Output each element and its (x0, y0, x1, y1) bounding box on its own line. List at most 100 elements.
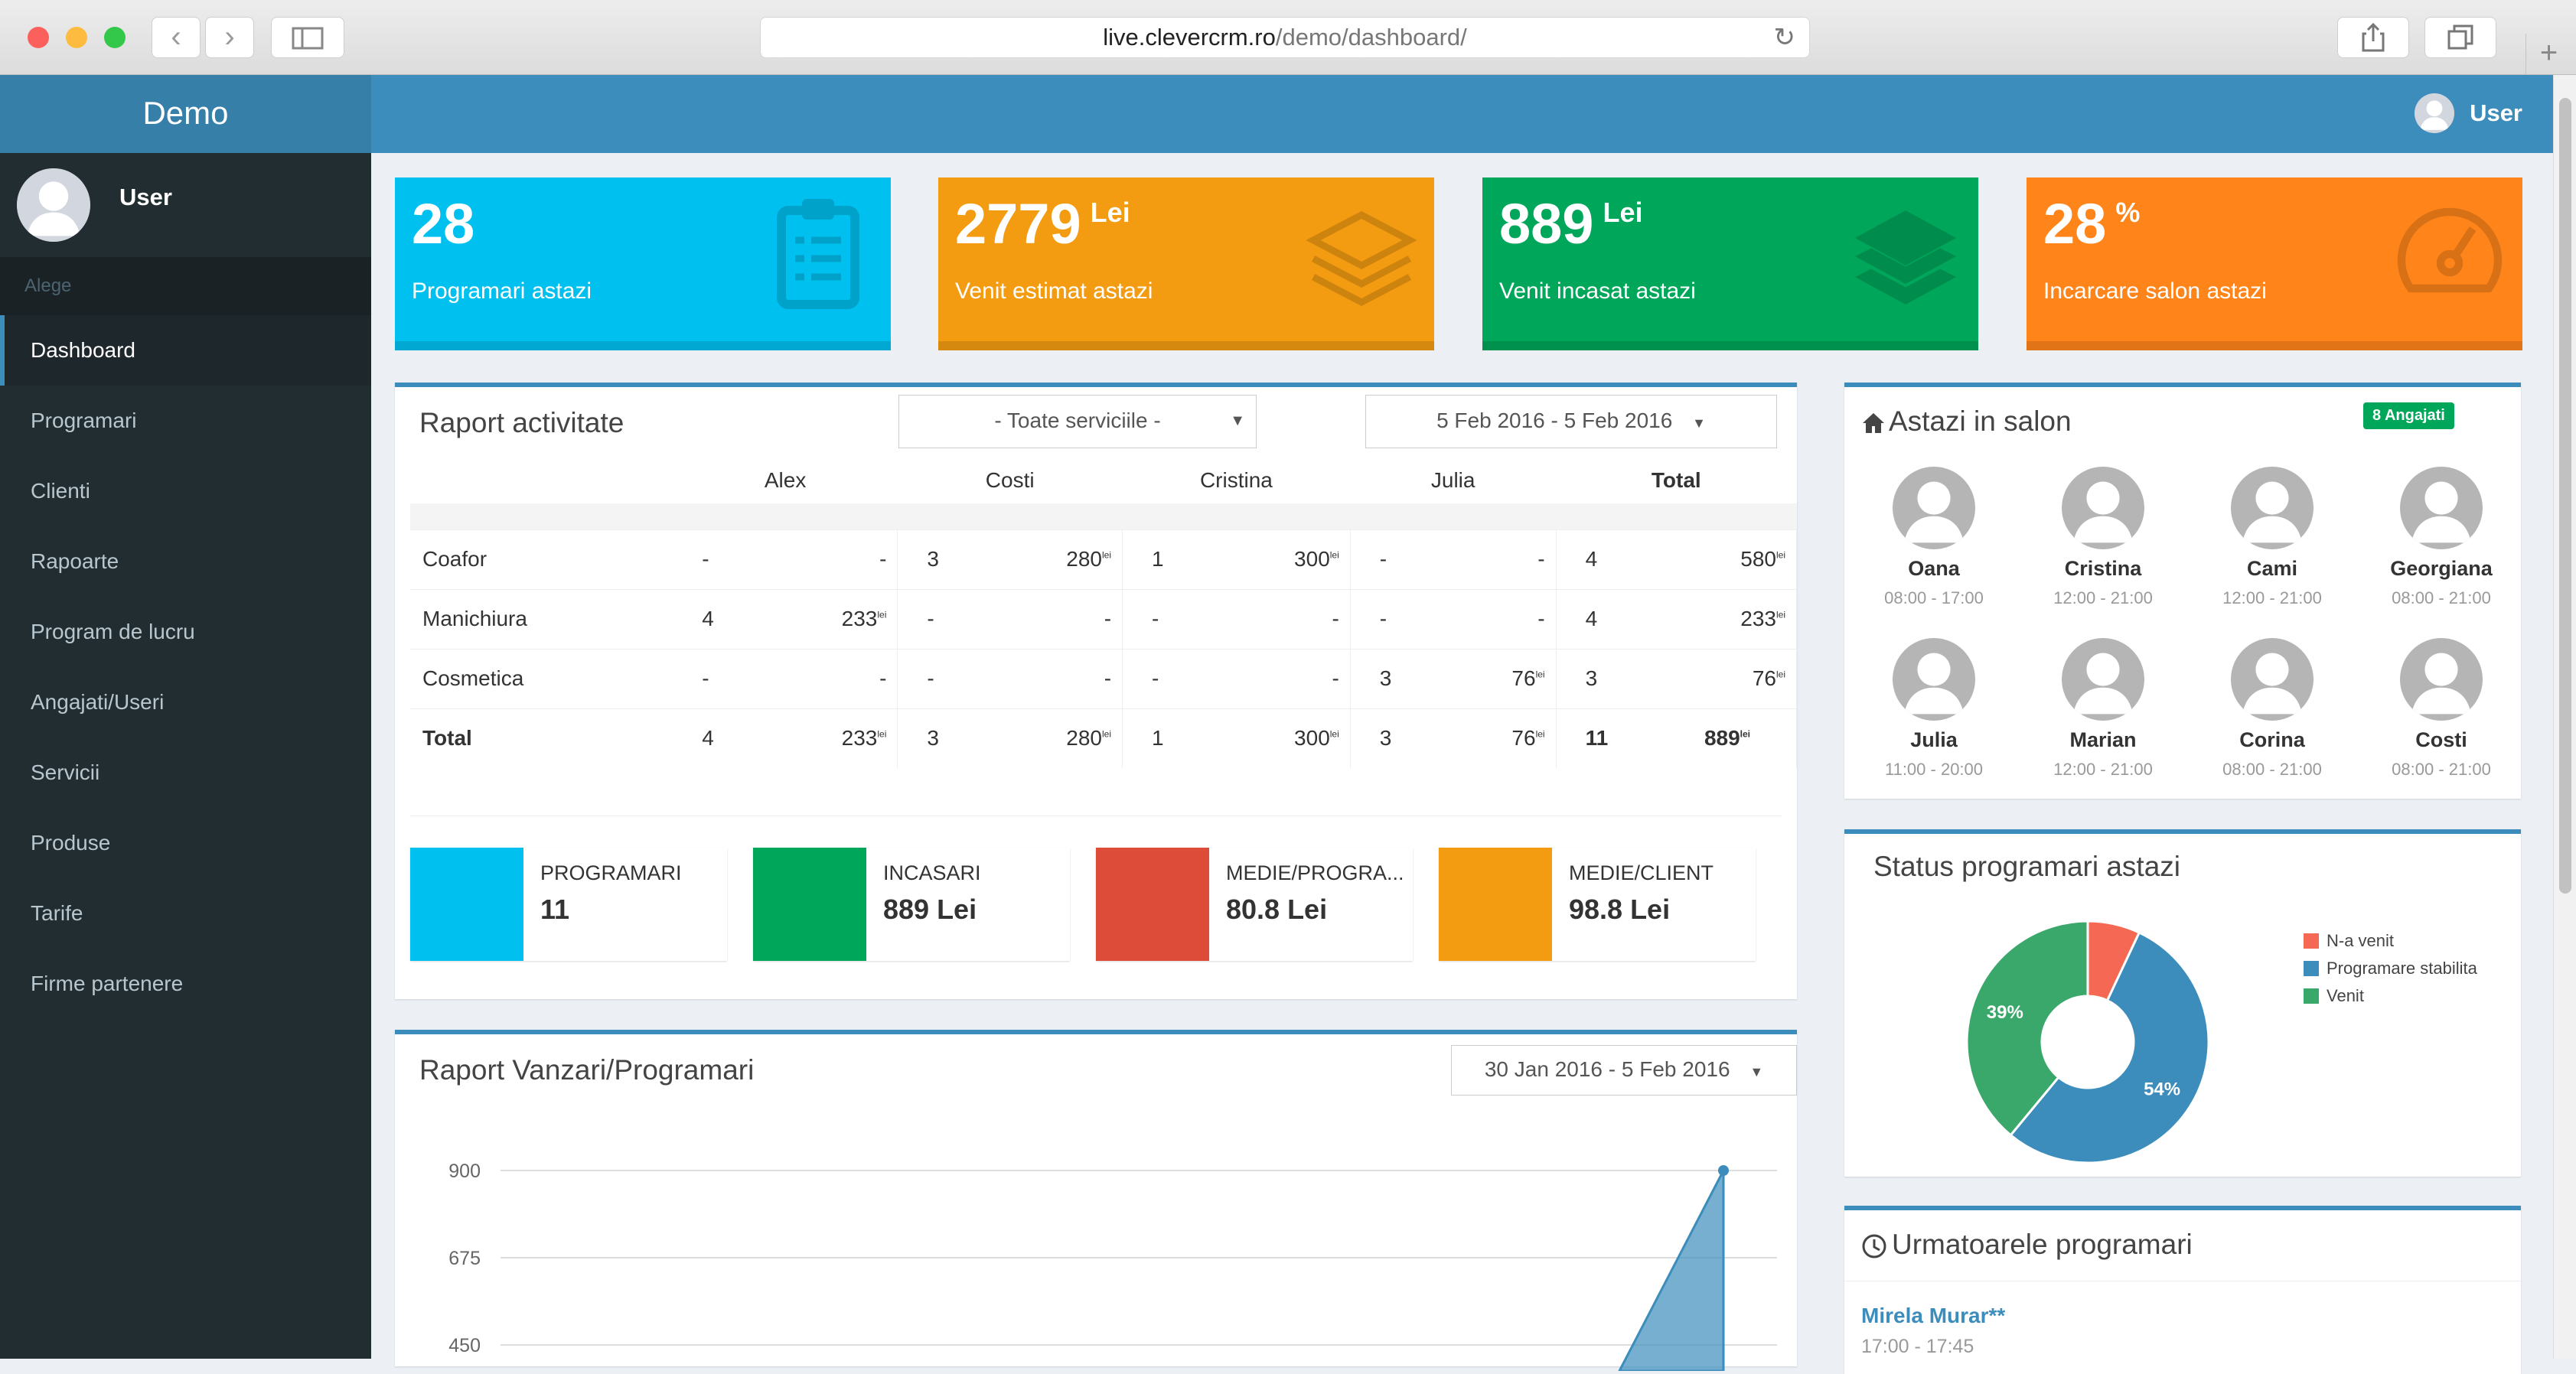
amount-cell: - (785, 648, 898, 708)
user-silhouette-icon (2415, 93, 2455, 133)
menu-section-header: Alege (0, 257, 371, 315)
pie-legend: N-a venit Programare stabilita Venit (2304, 927, 2477, 1010)
sales-area-chart: 900 675 450 (448, 1161, 1777, 1371)
brand-logo[interactable]: Demo (0, 75, 371, 153)
data-point[interactable] (1718, 1165, 1729, 1176)
employee-card[interactable]: Cristina 12:00 - 21:00 (2023, 467, 2183, 608)
sidebar-item-produse[interactable]: Produse (0, 808, 371, 878)
amount-cell: - (1446, 529, 1557, 589)
date-range-picker[interactable]: 5 Feb 2016 - 5 Feb 2016 ▼ (1365, 395, 1777, 448)
count-cell: 3 (1556, 648, 1662, 708)
count-cell: 3 (897, 708, 1010, 768)
stat-tile-incarcare: 28% Incarcare salon astazi (2027, 177, 2522, 350)
count-cell: - (897, 648, 1010, 708)
sidebar-item-clienti[interactable]: Clienti (0, 456, 371, 526)
count-cell: - (1350, 588, 1447, 649)
forward-button[interactable]: › (205, 17, 254, 58)
employee-hours: 08:00 - 21:00 (2392, 760, 2491, 779)
scrollbar-thumb[interactable] (2559, 98, 2571, 894)
row-label: Total (410, 708, 673, 768)
employee-card[interactable]: Corina 08:00 - 21:00 (2192, 638, 2353, 780)
close-window-button[interactable] (28, 27, 49, 48)
employee-card[interactable]: Oana 08:00 - 17:00 (1854, 467, 2014, 608)
employee-name: Cristina (2064, 557, 2142, 580)
employee-card[interactable]: Costi 08:00 - 21:00 (2361, 638, 2522, 780)
appointment-client-link[interactable]: Mirela Murar** (1861, 1304, 2005, 1328)
sidebar-toggle-button[interactable] (271, 17, 344, 58)
legend-item[interactable]: N-a venit (2304, 927, 2477, 955)
avatar (2415, 93, 2455, 133)
sidebar-item-angajati[interactable]: Angajati/Useri (0, 667, 371, 737)
count-cell: - (897, 588, 1010, 649)
info-box-color (410, 848, 523, 961)
activity-table: Alex Costi Cristina Julia Total Coafor - -… (410, 457, 1797, 768)
address-bar[interactable]: live.clevercrm.ro/demo/dashboard/ ↻ (760, 17, 1810, 58)
new-tab-button[interactable]: + (2525, 34, 2571, 75)
tabs-button[interactable] (2424, 17, 2496, 58)
currency-sup: lei (877, 728, 887, 740)
column-header: Costi (985, 468, 1035, 492)
employee-card[interactable]: Georgiana 08:00 - 21:00 (2361, 467, 2522, 608)
info-box-color (1439, 848, 1552, 961)
table-row: Cosmetica - - - - - -3 76lei 3 76lei (410, 648, 1797, 708)
sidebar-item-programari[interactable]: Programari (0, 386, 371, 456)
amount-cell: 233lei (785, 588, 898, 649)
service-select[interactable]: - Toate serviciile - ▼ (898, 395, 1257, 448)
legend-item[interactable]: Programare stabilita (2304, 955, 2477, 982)
legend-item[interactable]: Venit (2304, 982, 2477, 1010)
info-box-value: 80.8 Lei (1226, 894, 1328, 925)
top-username: User (2470, 99, 2522, 126)
stat-value: 889 (1499, 192, 1594, 256)
count-cell: 4 (1556, 529, 1662, 589)
browser-toolbar: ‹ › live.clevercrm.ro/demo/dashboard/ ↻ … (0, 0, 2576, 75)
sidebar-username: User (119, 184, 172, 210)
page-scrollbar[interactable] (2553, 75, 2576, 1359)
sidebar-item-firme-partenere[interactable]: Firme partenere (0, 949, 371, 1019)
y-tick-label: 675 (448, 1248, 481, 1269)
sidebar-item-tarife[interactable]: Tarife (0, 878, 371, 949)
employee-card[interactable]: Marian 12:00 - 21:00 (2023, 638, 2183, 780)
column-header: Alex (764, 468, 807, 492)
appointment-time: 17:00 - 17:45 (1861, 1336, 1974, 1357)
count-cell: 3 (1350, 648, 1447, 708)
info-box-color (753, 848, 866, 961)
info-box-value: 11 (540, 894, 570, 925)
user-silhouette-icon (1893, 638, 1975, 721)
amount-cell: 580lei (1661, 529, 1797, 589)
employee-name: Cami (2246, 557, 2298, 580)
sidebar-item-rapoarte[interactable]: Rapoarte (0, 526, 371, 597)
sidebar-item-servicii[interactable]: Servicii (0, 737, 371, 808)
employee-card[interactable]: Julia 11:00 - 20:00 (1854, 638, 2014, 780)
employee-name: Corina (2239, 728, 2305, 751)
raport-title: Raport activitate (419, 407, 624, 438)
count-cell: 11 (1556, 708, 1662, 768)
back-button[interactable]: ‹ (152, 17, 201, 58)
amount-cell: 233lei (785, 708, 898, 768)
reload-icon[interactable]: ↻ (1774, 18, 1796, 57)
stat-unit: Lei (1090, 197, 1130, 228)
layers-outline-icon (1306, 210, 1417, 307)
user-silhouette-icon (2400, 638, 2483, 721)
sidebar-item-dashboard[interactable]: Dashboard (0, 315, 371, 386)
employee-name: Oana (1908, 557, 1960, 580)
info-box: MEDIE/CLIENT 98.8 Lei (1439, 848, 1756, 961)
share-button[interactable] (2337, 17, 2409, 58)
currency-sup: lei (1775, 669, 1785, 680)
stat-unit: Lei (1603, 197, 1643, 228)
sidebar-item-program-de-lucru[interactable]: Program de lucru (0, 597, 371, 667)
column-header: Cristina (1199, 468, 1273, 492)
user-menu[interactable]: User (2415, 93, 2522, 133)
employee-hours: 12:00 - 21:00 (2053, 760, 2153, 779)
avatar (17, 168, 90, 242)
url-host: live.clevercrm.ro (1103, 24, 1276, 50)
count-cell: 4 (1556, 588, 1662, 649)
user-silhouette-icon (2231, 638, 2314, 721)
row-label: Coafor (410, 529, 673, 589)
user-silhouette-icon (2400, 467, 2483, 549)
legend-label: Programare stabilita (2327, 959, 2477, 978)
employee-card[interactable]: Cami 12:00 - 21:00 (2192, 467, 2353, 608)
zoom-window-button[interactable] (104, 27, 126, 48)
currency-sup: lei (1102, 728, 1112, 740)
currency-sup: lei (1329, 728, 1339, 740)
minimize-window-button[interactable] (66, 27, 87, 48)
